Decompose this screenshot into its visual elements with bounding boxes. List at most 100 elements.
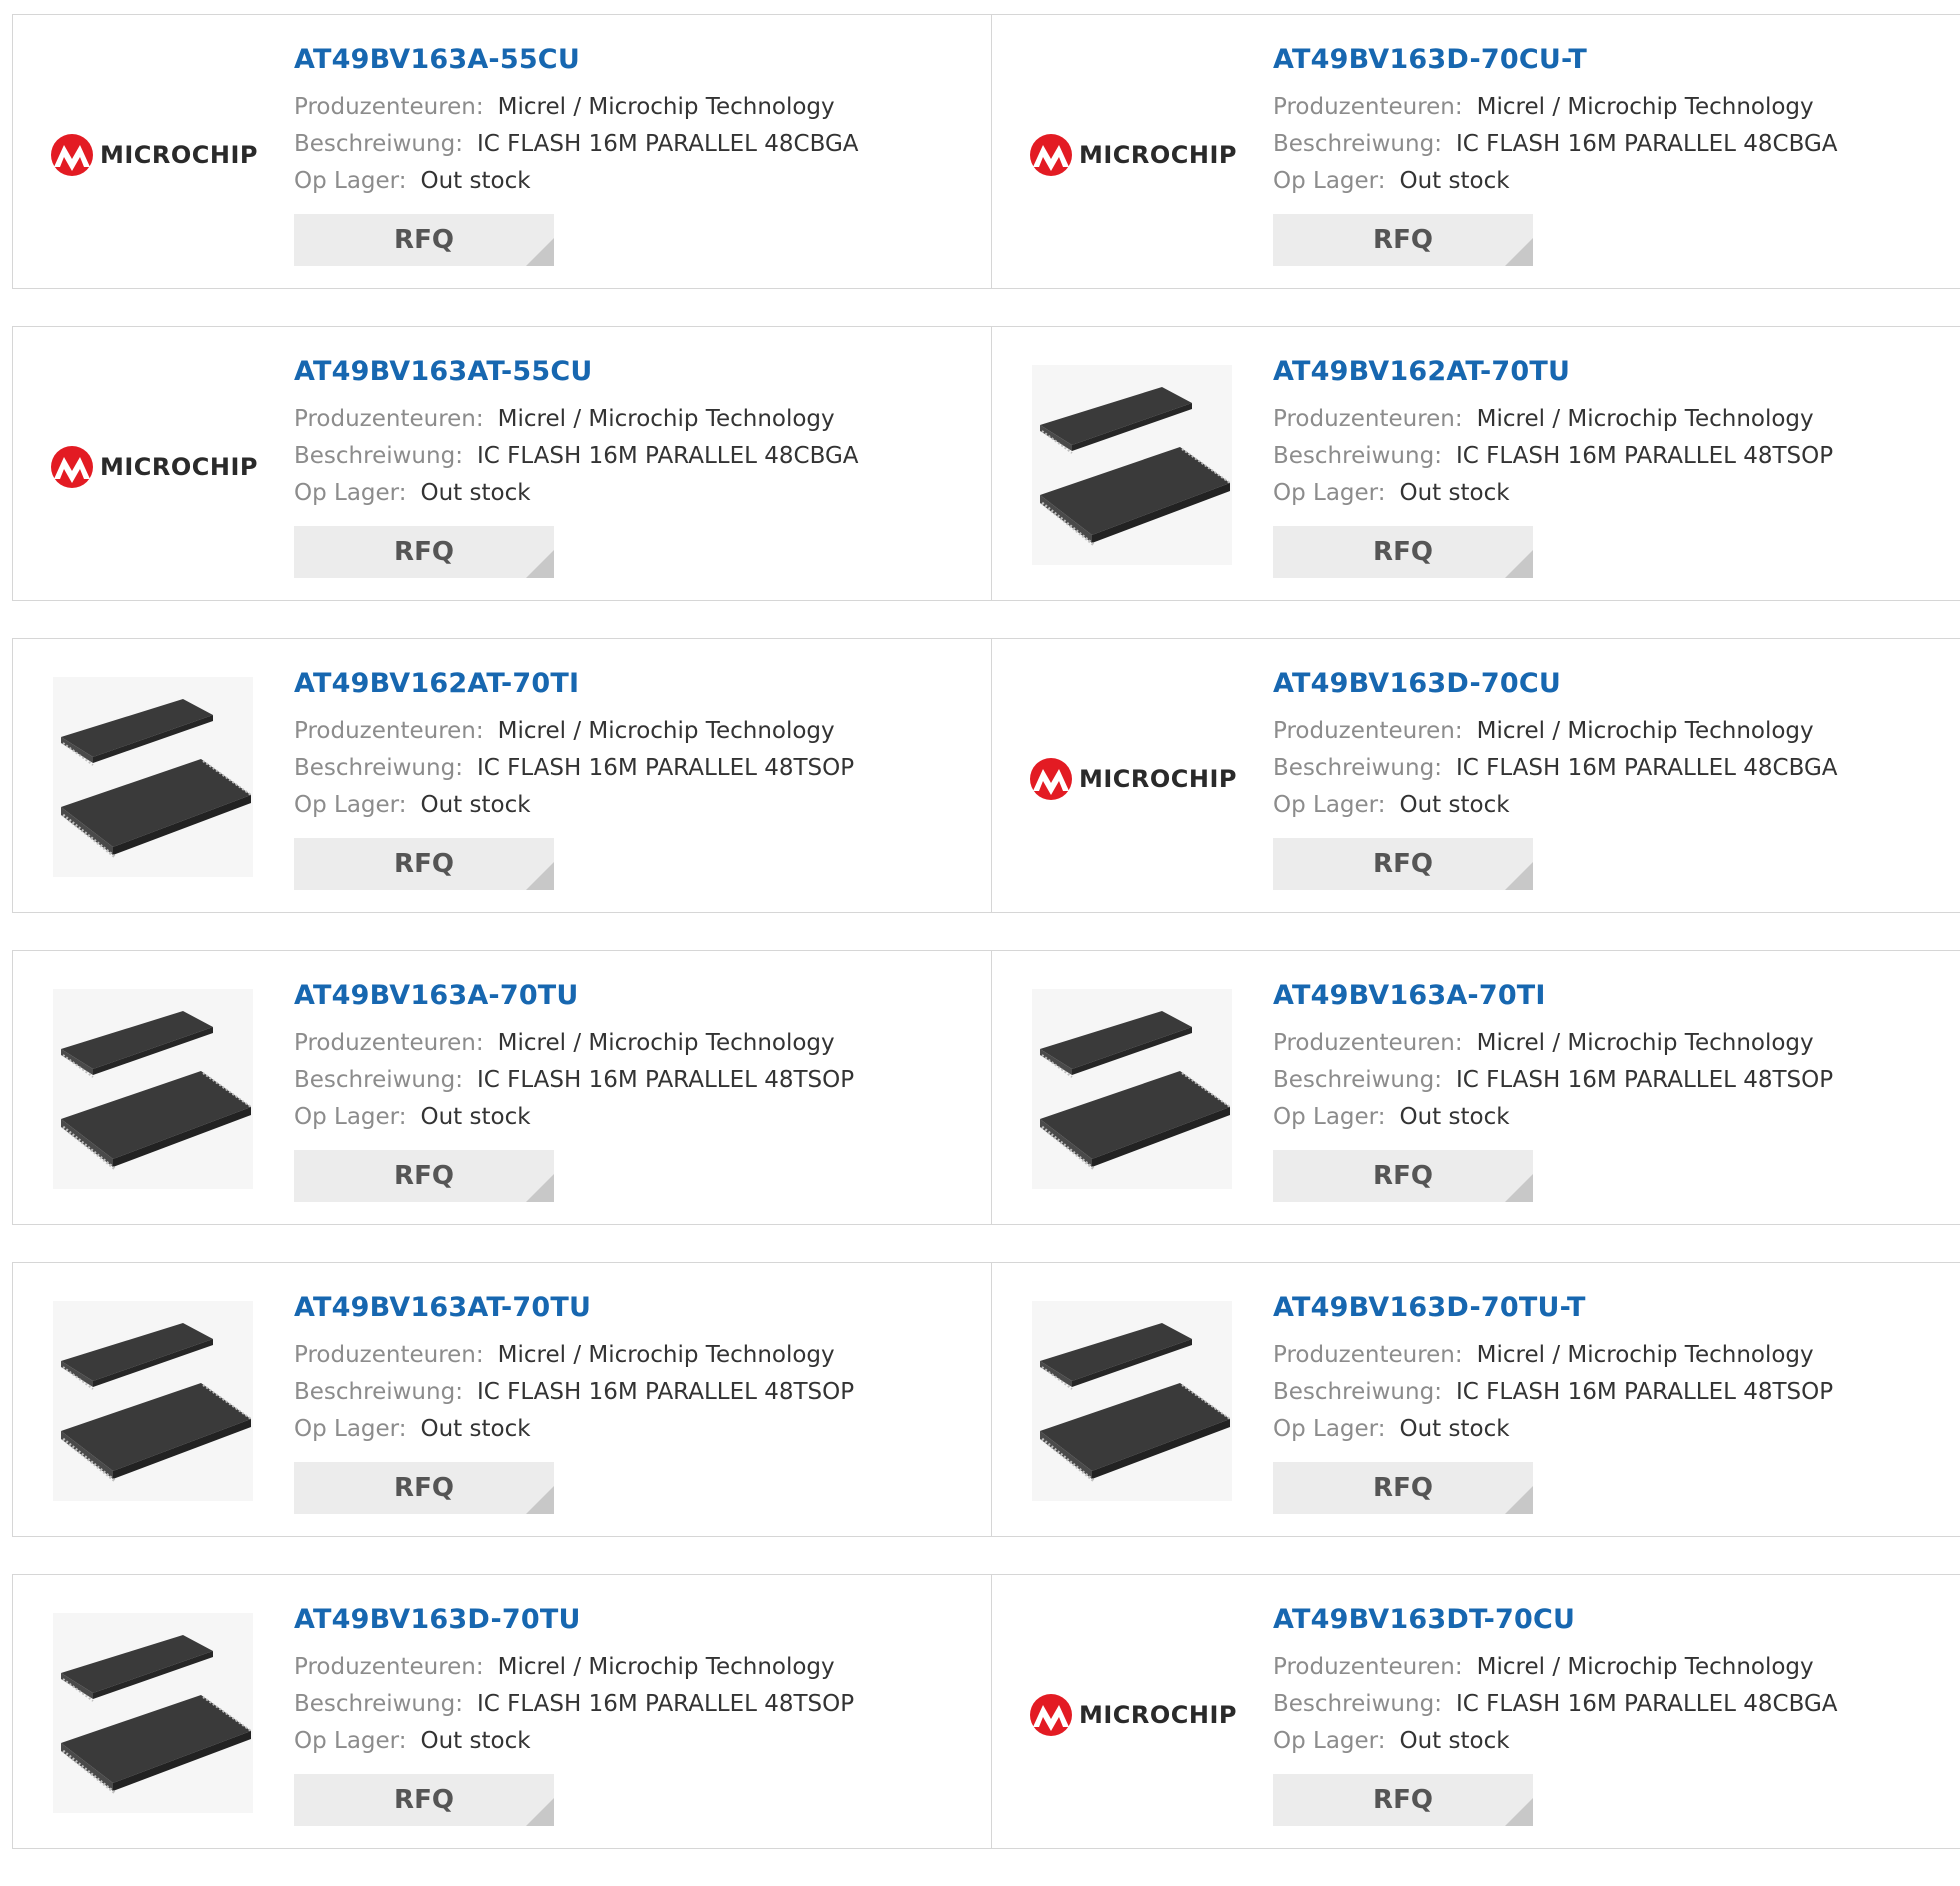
tsop-chip-icon — [1032, 1301, 1232, 1501]
rfq-button[interactable]: RFQ — [1273, 1462, 1533, 1514]
microchip-mark-icon — [50, 134, 93, 176]
microchip-wordmark: MICROCHIP — [1078, 765, 1238, 793]
part-number-link[interactable]: AT49BV163D-70CU-T — [1273, 43, 1838, 77]
tsop-chip-icon — [53, 989, 253, 1189]
part-number-link[interactable]: AT49BV163AT-70TU — [294, 1291, 854, 1325]
description-value: IC FLASH 16M PARALLEL 48CBGA — [476, 131, 859, 157]
product-row: MICROCHIP AT49BV163A-55CU Produzenteuren… — [12, 14, 1960, 289]
stock-value: Out stock — [1399, 1104, 1510, 1130]
rfq-corner-decoration — [526, 1174, 554, 1202]
description-label: Beschreiwung: — [1273, 443, 1442, 469]
rfq-button-label: RFQ — [1373, 1161, 1433, 1191]
stock-value: Out stock — [420, 1416, 531, 1442]
manufacturer-label: Produzenteuren: — [1273, 94, 1463, 120]
manufacturer-label: Produzenteuren: — [294, 94, 484, 120]
part-number-link[interactable]: AT49BV162AT-70TI — [294, 667, 854, 701]
rfq-button[interactable]: RFQ — [294, 1150, 554, 1202]
description-label: Beschreiwung: — [294, 755, 463, 781]
manufacturer-label: Produzenteuren: — [294, 718, 484, 744]
description-label: Beschreiwung: — [294, 1067, 463, 1093]
part-number-link[interactable]: AT49BV163A-70TU — [294, 979, 854, 1013]
product-card: MICROCHIP AT49BV163AT-55CU Produzenteure… — [13, 327, 991, 600]
product-image[interactable] — [1032, 1301, 1232, 1503]
product-image[interactable] — [53, 677, 253, 879]
rfq-corner-decoration — [1505, 862, 1533, 890]
microchip-logo: MICROCHIP — [48, 133, 258, 177]
stock-label: Op Lager: — [294, 1104, 407, 1130]
rfq-button-label: RFQ — [1373, 1785, 1433, 1815]
rfq-button-label: RFQ — [394, 225, 454, 255]
rfq-button[interactable]: RFQ — [294, 838, 554, 890]
part-number-link[interactable]: AT49BV163DT-70CU — [1273, 1603, 1838, 1637]
product-image[interactable] — [1032, 365, 1232, 567]
product-row: AT49BV163AT-70TU Produzenteuren: Micrel /… — [12, 1262, 1960, 1537]
stock-label: Op Lager: — [294, 1728, 407, 1754]
rfq-corner-decoration — [1505, 1798, 1533, 1826]
tsop-chip-icon — [53, 1613, 253, 1813]
product-info: AT49BV163A-70TI Produzenteuren: Micrel / … — [1273, 979, 1833, 1202]
description-value: IC FLASH 16M PARALLEL 48TSOP — [476, 1067, 855, 1093]
rfq-button[interactable]: RFQ — [1273, 1774, 1533, 1826]
manufacturer-value: Micrel / Microchip Technology — [1476, 94, 1814, 120]
part-number-link[interactable]: AT49BV163AT-55CU — [294, 355, 859, 389]
part-number-link[interactable]: AT49BV162AT-70TU — [1273, 355, 1833, 389]
product-image[interactable] — [1032, 989, 1232, 1191]
part-number-link[interactable]: AT49BV163A-55CU — [294, 43, 859, 77]
rfq-button[interactable]: RFQ — [294, 1462, 554, 1514]
manufacturer-row: Produzenteuren: Micrel / Microchip Techno… — [1273, 713, 1838, 750]
rfq-button[interactable]: RFQ — [294, 214, 554, 266]
stock-row: Op Lager: Out stock — [1273, 1411, 1833, 1448]
stock-label: Op Lager: — [294, 1416, 407, 1442]
manufacturer-label: Produzenteuren: — [1273, 718, 1463, 744]
product-image[interactable] — [53, 1613, 253, 1815]
product-card: AT49BV162AT-70TU Produzenteuren: Micrel /… — [991, 327, 1960, 600]
manufacturer-value: Micrel / Microchip Technology — [1476, 1030, 1814, 1056]
product-image[interactable]: MICROCHIP — [1029, 55, 1237, 255]
rfq-button[interactable]: RFQ — [294, 526, 554, 578]
product-image[interactable]: MICROCHIP — [1029, 1615, 1237, 1815]
rfq-button[interactable]: RFQ — [294, 1774, 554, 1826]
manufacturer-row: Produzenteuren: Micrel / Microchip Techno… — [1273, 1337, 1833, 1374]
rfq-corner-decoration — [526, 550, 554, 578]
rfq-corner-decoration — [526, 862, 554, 890]
description-label: Beschreiwung: — [294, 1379, 463, 1405]
description-row: Beschreiwung: IC FLASH 16M PARALLEL 48TSO… — [1273, 438, 1833, 475]
product-info: AT49BV163AT-70TU Produzenteuren: Micrel /… — [294, 1291, 854, 1514]
manufacturer-value: Micrel / Microchip Technology — [497, 718, 835, 744]
rfq-button[interactable]: RFQ — [1273, 526, 1533, 578]
stock-value: Out stock — [1399, 1728, 1510, 1754]
microchip-wordmark: MICROCHIP — [1078, 1701, 1238, 1729]
product-image[interactable]: MICROCHIP — [1029, 679, 1237, 879]
stock-value: Out stock — [1399, 792, 1510, 818]
product-card: MICROCHIP AT49BV163A-55CU Produzenteuren… — [13, 15, 991, 288]
stock-value: Out stock — [420, 168, 531, 194]
rfq-button[interactable]: RFQ — [1273, 214, 1533, 266]
manufacturer-row: Produzenteuren: Micrel / Microchip Techno… — [294, 1649, 854, 1686]
rfq-button[interactable]: RFQ — [1273, 1150, 1533, 1202]
part-number-link[interactable]: AT49BV163D-70TU-T — [1273, 1291, 1833, 1325]
stock-label: Op Lager: — [1273, 168, 1386, 194]
manufacturer-row: Produzenteuren: Micrel / Microchip Techno… — [294, 1337, 854, 1374]
manufacturer-value: Micrel / Microchip Technology — [497, 1030, 835, 1056]
description-row: Beschreiwung: IC FLASH 16M PARALLEL 48TSO… — [1273, 1374, 1833, 1411]
product-image[interactable] — [53, 1301, 253, 1505]
part-number-link[interactable]: AT49BV163D-70CU — [1273, 667, 1838, 701]
description-value: IC FLASH 16M PARALLEL 48CBGA — [476, 443, 859, 469]
product-image[interactable]: MICROCHIP — [50, 367, 258, 567]
product-list: MICROCHIP AT49BV163A-55CU Produzenteuren… — [12, 14, 1960, 1886]
description-label: Beschreiwung: — [294, 131, 463, 157]
rfq-button[interactable]: RFQ — [1273, 838, 1533, 890]
microchip-logo: MICROCHIP — [48, 445, 258, 489]
stock-value: Out stock — [420, 1104, 531, 1130]
manufacturer-label: Produzenteuren: — [1273, 1030, 1463, 1056]
stock-label: Op Lager: — [294, 480, 407, 506]
product-info: AT49BV162AT-70TU Produzenteuren: Micrel /… — [1273, 355, 1833, 578]
description-label: Beschreiwung: — [1273, 1691, 1442, 1717]
manufacturer-row: Produzenteuren: Micrel / Microchip Techno… — [294, 401, 859, 438]
part-number-link[interactable]: AT49BV163A-70TI — [1273, 979, 1833, 1013]
description-row: Beschreiwung: IC FLASH 16M PARALLEL 48TSO… — [294, 750, 854, 787]
product-image[interactable]: MICROCHIP — [50, 55, 258, 255]
product-image[interactable] — [53, 989, 253, 1191]
part-number-link[interactable]: AT49BV163D-70TU — [294, 1603, 854, 1637]
tsop-chip-image — [53, 1301, 253, 1505]
